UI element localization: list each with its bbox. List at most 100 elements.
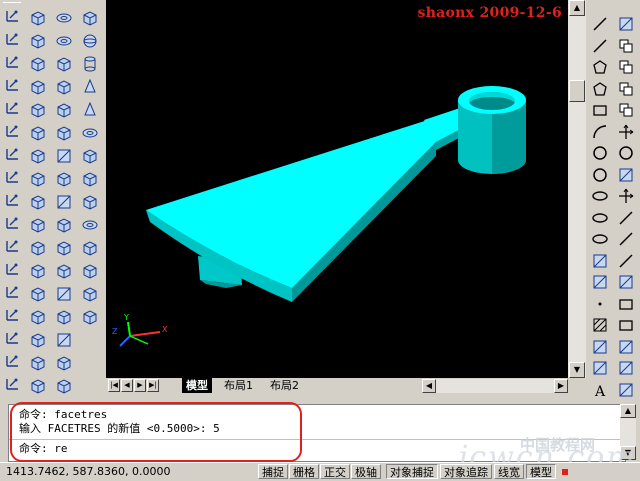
dimension-tool-8-button[interactable]	[3, 167, 23, 187]
draw-tool-3-button[interactable]	[590, 57, 610, 77]
prev-tab-button[interactable]: ◀	[121, 379, 133, 392]
solid-tool-12-button[interactable]	[28, 261, 48, 281]
draw-tool-17-button[interactable]	[590, 358, 610, 378]
dimension-tool-6-button[interactable]	[3, 121, 23, 141]
solid-edit-tool-10-button[interactable]	[54, 215, 74, 235]
modify-tool-15-button[interactable]	[616, 315, 636, 335]
shape-tool-8-button[interactable]	[80, 169, 100, 189]
draw-tool-10-button[interactable]	[590, 207, 610, 228]
solid-tool-11-button[interactable]	[28, 238, 48, 258]
dimension-tool-3-button[interactable]	[3, 52, 23, 72]
cmd-scroll-up-button[interactable]: ▲	[620, 404, 636, 418]
solid-edit-tool-9-button[interactable]	[54, 192, 74, 212]
scroll-thumb[interactable]	[569, 80, 585, 102]
dimension-tool-11-button[interactable]	[3, 236, 23, 256]
modify-tool-2-button[interactable]	[616, 35, 636, 56]
solid-edit-tool-6-button[interactable]	[54, 123, 74, 143]
draw-tool-2-button[interactable]	[590, 35, 610, 56]
dimension-tool-16-button[interactable]	[3, 351, 23, 371]
solid-edit-tool-4-button[interactable]	[54, 77, 74, 97]
solid-edit-tool-17-button[interactable]	[54, 376, 74, 396]
tab-layout2[interactable]: 布局2	[266, 378, 303, 393]
draw-tool-13-button[interactable]	[590, 272, 610, 292]
modify-tool-17-button[interactable]	[616, 358, 636, 378]
osnap-toggle[interactable]: 对象捕捉	[386, 464, 438, 479]
shape-tool-6-button[interactable]	[80, 123, 100, 143]
shape-tool-13-button[interactable]	[80, 284, 100, 304]
scroll-left-button[interactable]: ◀	[422, 379, 436, 393]
modify-tool-14-button[interactable]	[616, 293, 636, 314]
tray-icon[interactable]	[562, 469, 568, 475]
draw-tool-5-button[interactable]	[590, 100, 610, 120]
shape-tool-12-button[interactable]	[80, 261, 100, 281]
solid-tool-17-button[interactable]	[28, 376, 48, 396]
solid-edit-tool-16-button[interactable]	[54, 353, 74, 373]
modify-tool-6-button[interactable]	[616, 121, 636, 142]
dimension-tool-13-button[interactable]	[3, 282, 23, 302]
solid-tool-9-button[interactable]	[28, 192, 48, 212]
polar-toggle[interactable]: 极轴	[351, 464, 381, 479]
vertical-scrollbar[interactable]: ▲ ▼	[568, 0, 586, 378]
solid-tool-15-button[interactable]	[28, 330, 48, 350]
last-tab-button[interactable]: ▶|	[147, 379, 159, 392]
draw-tool-16-button[interactable]	[590, 336, 610, 357]
solid-edit-tool-3-button[interactable]	[54, 54, 74, 74]
modify-tool-18-button[interactable]	[616, 379, 636, 400]
shape-tool-5-button[interactable]	[80, 100, 100, 120]
dimension-tool-2-button[interactable]	[3, 29, 23, 49]
dimension-tool-15-button[interactable]	[3, 328, 23, 348]
modify-tool-8-button[interactable]	[616, 164, 636, 185]
shape-tool-7-button[interactable]	[80, 146, 100, 166]
solid-tool-13-button[interactable]	[28, 284, 48, 304]
otrack-toggle[interactable]: 对象追踪	[440, 464, 492, 479]
modify-tool-5-button[interactable]	[616, 100, 636, 120]
solid-tool-2-button[interactable]	[28, 31, 48, 51]
dimension-tool-14-button[interactable]	[3, 305, 23, 325]
ortho-toggle[interactable]: 正交	[320, 464, 350, 479]
model-toggle[interactable]: 模型	[526, 464, 556, 479]
solid-tool-7-button[interactable]	[28, 146, 48, 166]
modify-tool-1-button[interactable]	[616, 14, 636, 34]
modify-tool-7-button[interactable]	[616, 143, 636, 163]
shape-tool-4-button[interactable]	[80, 77, 100, 97]
draw-tool-14-button[interactable]	[590, 293, 610, 314]
modify-tool-11-button[interactable]	[616, 229, 636, 249]
scroll-up-button[interactable]: ▲	[569, 0, 585, 16]
solid-edit-tool-7-button[interactable]	[54, 146, 74, 166]
drawing-viewport[interactable]: shaonx 2009-12-6 X Y Z	[106, 0, 568, 378]
solid-tool-4-button[interactable]	[28, 77, 48, 97]
modify-tool-12-button[interactable]	[616, 250, 636, 271]
solid-tool-10-button[interactable]	[28, 215, 48, 235]
draw-tool-6-button[interactable]	[590, 121, 610, 142]
solid-tool-1-button[interactable]	[28, 8, 48, 28]
dimension-tool-17-button[interactable]	[3, 374, 23, 394]
solid-edit-tool-12-button[interactable]	[54, 261, 74, 281]
dimension-tool-9-button[interactable]	[3, 190, 23, 210]
scroll-down-button[interactable]: ▼	[569, 362, 585, 378]
shape-tool-11-button[interactable]	[80, 238, 100, 258]
tab-model[interactable]: 模型	[182, 378, 212, 393]
solid-tool-5-button[interactable]	[28, 100, 48, 120]
scroll-right-button[interactable]: ▶	[554, 379, 568, 393]
solid-tool-8-button[interactable]	[28, 169, 48, 189]
draw-tool-15-button[interactable]	[590, 315, 610, 335]
solid-tool-6-button[interactable]	[28, 123, 48, 143]
shape-tool-14-button[interactable]	[80, 307, 100, 327]
lineweight-toggle[interactable]: 线宽	[494, 464, 524, 479]
solid-tool-14-button[interactable]	[28, 307, 48, 327]
solid-edit-tool-14-button[interactable]	[54, 307, 74, 327]
modify-tool-9-button[interactable]	[616, 186, 636, 206]
draw-tool-7-button[interactable]	[590, 143, 610, 163]
solid-edit-tool-11-button[interactable]	[54, 238, 74, 258]
draw-tool-1-button[interactable]	[590, 14, 610, 34]
shape-tool-1-button[interactable]	[80, 8, 100, 28]
modify-tool-3-button[interactable]	[616, 57, 636, 77]
draw-tool-11-button[interactable]	[590, 229, 610, 249]
horizontal-scrollbar[interactable]: ◀ ▶	[422, 379, 568, 393]
solid-edit-tool-5-button[interactable]	[54, 100, 74, 120]
modify-tool-16-button[interactable]	[616, 336, 636, 357]
dimension-tool-7-button[interactable]	[3, 144, 23, 164]
solid-tool-16-button[interactable]	[28, 353, 48, 373]
draw-tool-4-button[interactable]	[590, 78, 610, 99]
shape-tool-10-button[interactable]	[80, 215, 100, 235]
